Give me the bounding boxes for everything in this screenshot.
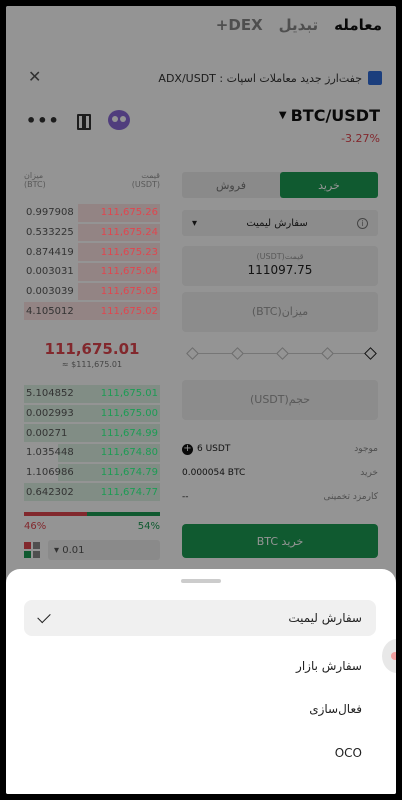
- sheet-handle[interactable]: [181, 579, 221, 583]
- bid-price: 111,675.00: [100, 408, 158, 420]
- bid-price: 111,674.80: [100, 447, 158, 459]
- ask-price: 111,675.04: [100, 266, 158, 278]
- option-trigger-order[interactable]: فعال‌سازی: [24, 691, 376, 727]
- order-type-sheet: سفارش لیمیت سفارش بازار فعال‌سازی OCO: [6, 569, 396, 794]
- ask-qty: 0.533225: [26, 227, 74, 239]
- bid-price: 111,674.79: [100, 467, 158, 479]
- option-label: سفارش لیمیت: [288, 611, 362, 625]
- bid-qty: 1.106986: [26, 467, 74, 479]
- bid-qty: 5.104852: [26, 388, 74, 400]
- phone-frame: معامله تبدیل DEX+ جفت‌ارز جدید معاملات ا…: [6, 6, 396, 794]
- check-icon: [37, 609, 51, 623]
- option-label: OCO: [334, 746, 362, 760]
- option-limit-order[interactable]: سفارش لیمیت: [24, 600, 376, 636]
- ask-qty: 0.874419: [26, 246, 74, 258]
- ask-price: 111,675.02: [100, 305, 158, 317]
- bid-qty: 0.002993: [26, 408, 74, 420]
- bid-price: 111,675.01: [100, 388, 158, 400]
- option-market-order[interactable]: سفارش بازار: [24, 648, 376, 684]
- ask-price: 111,675.24: [100, 227, 158, 239]
- bid-qty: 0.642302: [26, 486, 74, 498]
- option-label: فعال‌سازی: [309, 702, 362, 716]
- ask-price: 111,675.03: [100, 286, 158, 298]
- bid-qty: 0.00271: [26, 427, 68, 439]
- option-oco-order[interactable]: OCO: [24, 735, 376, 771]
- trade-screen: معامله تبدیل DEX+ جفت‌ارز جدید معاملات ا…: [6, 6, 396, 794]
- ask-qty: 0.997908: [26, 207, 74, 219]
- bid-price: 111,674.99: [100, 427, 158, 439]
- ask-price: 111,675.26: [100, 207, 158, 219]
- option-label: سفارش بازار: [296, 659, 362, 673]
- bid-qty: 1.035448: [26, 447, 74, 459]
- ask-qty: 0.003031: [26, 266, 74, 278]
- ask-qty: 4.105012: [26, 305, 74, 317]
- bid-price: 111,674.77: [100, 486, 158, 498]
- ask-price: 111,675.23: [100, 246, 158, 258]
- ask-qty: 0.003039: [26, 286, 74, 298]
